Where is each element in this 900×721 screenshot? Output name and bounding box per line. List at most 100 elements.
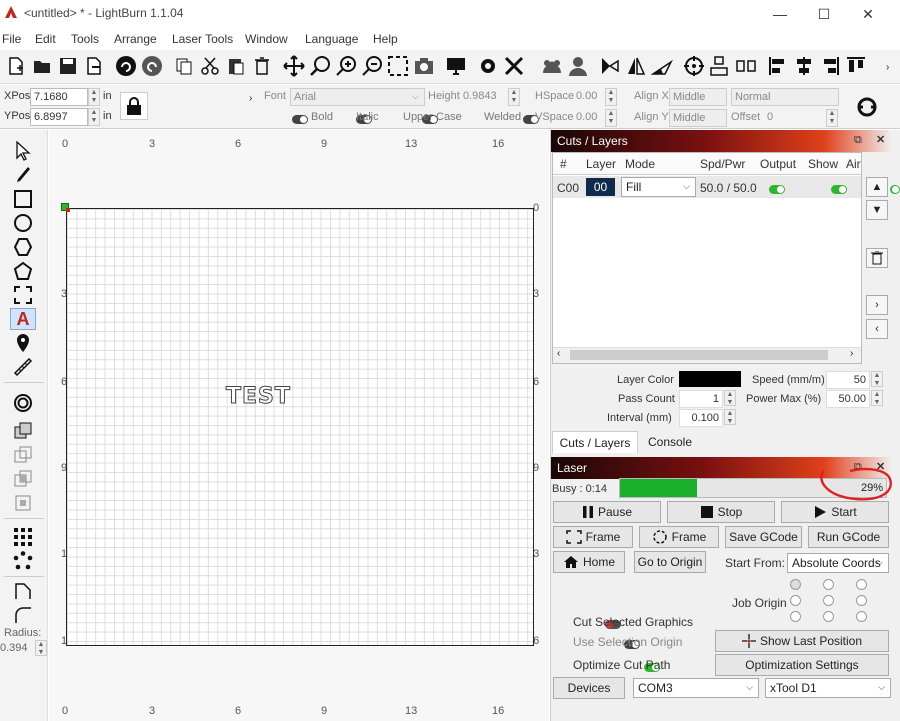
go-to-origin-button[interactable]: Go to Origin <box>634 551 706 573</box>
cut-icon[interactable] <box>198 54 222 78</box>
save-gcode-button[interactable]: Save GCode <box>725 526 802 548</box>
dashed-rect-tool-icon[interactable] <box>10 284 36 306</box>
rotate-tool-icon[interactable] <box>650 54 674 78</box>
height-value[interactable]: 0.9843 <box>463 90 497 102</box>
copy-icon[interactable] <box>172 54 196 78</box>
monitor-icon[interactable] <box>444 54 468 78</box>
layer-color-picker[interactable] <box>679 371 741 387</box>
bold-toggle[interactable] <box>292 115 308 125</box>
offset-value[interactable]: 0 <box>767 111 773 123</box>
menu-edit[interactable]: Edit <box>35 32 56 46</box>
move-layer-down-icon[interactable]: ▼ <box>866 200 888 220</box>
open-folder-icon[interactable] <box>30 54 54 78</box>
pass-count-input[interactable]: 1 <box>679 390 723 408</box>
tab-console[interactable]: Console <box>640 433 700 453</box>
polygon-tool-icon[interactable] <box>10 236 36 258</box>
move-icon[interactable] <box>282 54 306 78</box>
radius-value[interactable]: 0.394 <box>0 642 28 654</box>
interval-input[interactable]: 0.100 <box>679 409 723 427</box>
pass-count-spinner[interactable]: ▲ ▼ <box>724 390 736 406</box>
job-origin-radio-bc[interactable] <box>823 611 834 622</box>
position-pin-icon[interactable] <box>10 332 36 354</box>
corner-fillet-icon[interactable] <box>10 580 36 602</box>
col-show[interactable]: Show <box>808 157 838 171</box>
menu-window[interactable]: Window <box>245 32 288 46</box>
show-toggle[interactable] <box>831 185 848 195</box>
col-num[interactable]: # <box>560 157 567 171</box>
boolean-union-icon[interactable] <box>10 420 36 442</box>
user-icon[interactable] <box>566 54 590 78</box>
scrollbar-thumb[interactable] <box>570 350 828 360</box>
menu-file[interactable]: File <box>2 32 21 46</box>
show-last-position-button[interactable]: Show Last Position <box>715 630 889 652</box>
ypos-spinner[interactable]: ▲ ▼ <box>88 108 100 126</box>
device-tools-icon[interactable] <box>502 54 526 78</box>
save-icon[interactable] <box>56 54 80 78</box>
new-file-icon[interactable] <box>4 54 28 78</box>
stop-button[interactable]: Stop <box>667 501 775 523</box>
boolean-intersect-icon[interactable] <box>10 468 36 490</box>
speed-spinner[interactable]: ▲ ▼ <box>871 371 883 387</box>
move-layer-up-icon[interactable]: ▲ <box>866 177 888 197</box>
col-output[interactable]: Output <box>760 157 796 171</box>
job-origin-radio-mr[interactable] <box>856 595 867 606</box>
close-panel-icon[interactable]: ✕ <box>876 133 885 146</box>
circular-array-icon[interactable] <box>10 550 36 572</box>
select-arrow-icon[interactable] <box>10 140 36 162</box>
measure-ruler-icon[interactable] <box>10 356 36 378</box>
collapse-panel-icon[interactable]: ‹ <box>866 319 888 339</box>
text-options-apply-icon[interactable] <box>850 93 884 121</box>
hspace-spinner[interactable]: ▲ ▼ <box>605 88 617 106</box>
text-tool-icon[interactable]: A <box>10 308 36 330</box>
close-button[interactable]: ✕ <box>846 0 890 28</box>
frame-button[interactable]: Frame <box>553 526 633 548</box>
align-center-icon[interactable] <box>792 54 816 78</box>
maximize-button[interactable]: ☐ <box>802 0 846 28</box>
rectangle-tool-icon[interactable] <box>10 188 36 210</box>
menu-tools[interactable]: Tools <box>71 32 99 46</box>
frame-circle-button[interactable]: Frame <box>639 526 719 548</box>
align-top-icon[interactable] <box>844 54 868 78</box>
power-max-spinner[interactable]: ▲ ▼ <box>871 390 883 406</box>
align-right-icon[interactable] <box>818 54 842 78</box>
weld-icon[interactable] <box>10 492 36 514</box>
menu-language[interactable]: Language <box>305 32 358 46</box>
paste-icon[interactable] <box>224 54 248 78</box>
job-origin-radio-br[interactable] <box>856 611 867 622</box>
align-left-icon[interactable] <box>766 54 790 78</box>
expand-options-icon[interactable]: › <box>249 93 252 104</box>
toolbar-overflow-icon[interactable]: › <box>886 62 889 73</box>
pentagon-tool-icon[interactable] <box>10 260 36 282</box>
scroll-right-icon[interactable]: › <box>850 348 853 359</box>
col-air[interactable]: Air <box>846 157 861 171</box>
corner-round-icon[interactable] <box>10 604 36 626</box>
float-panel-icon[interactable]: ⧉ <box>854 134 862 147</box>
zoom-plus-icon[interactable] <box>334 54 358 78</box>
ellipse-tool-icon[interactable] <box>10 212 36 234</box>
col-layer[interactable]: Layer <box>586 157 616 171</box>
layer-color-swatch[interactable]: 00 <box>586 178 615 196</box>
minimize-button[interactable]: — <box>758 0 802 28</box>
xpos-spinner[interactable]: ▲ ▼ <box>88 88 100 106</box>
align-icon[interactable] <box>708 54 732 78</box>
alignx-select[interactable]: Middle <box>669 88 727 106</box>
home-button[interactable]: Home <box>553 551 625 573</box>
scroll-left-icon[interactable]: ‹ <box>557 348 560 359</box>
camera-icon[interactable] <box>412 54 436 78</box>
canvas-text-object[interactable]: TEST <box>226 384 291 410</box>
menu-laser-tools[interactable]: Laser Tools <box>172 32 233 46</box>
pause-button[interactable]: Pause <box>553 501 661 523</box>
distribute-icon[interactable] <box>734 54 758 78</box>
aligny-select[interactable]: Middle <box>669 109 727 127</box>
offset-shape-icon[interactable] <box>10 392 36 414</box>
job-origin-radio-mc[interactable] <box>823 595 834 606</box>
speed-input[interactable]: 50 <box>826 371 870 389</box>
menu-help[interactable]: Help <box>373 32 398 46</box>
edit-pen-icon[interactable] <box>10 164 36 186</box>
zoom-minus-icon[interactable] <box>360 54 384 78</box>
target-icon[interactable] <box>682 54 706 78</box>
mirror-icon[interactable] <box>624 54 648 78</box>
air-toggle[interactable] <box>889 185 900 195</box>
hspace-value[interactable]: 0.00 <box>576 90 597 102</box>
redo-icon[interactable] <box>140 54 164 78</box>
